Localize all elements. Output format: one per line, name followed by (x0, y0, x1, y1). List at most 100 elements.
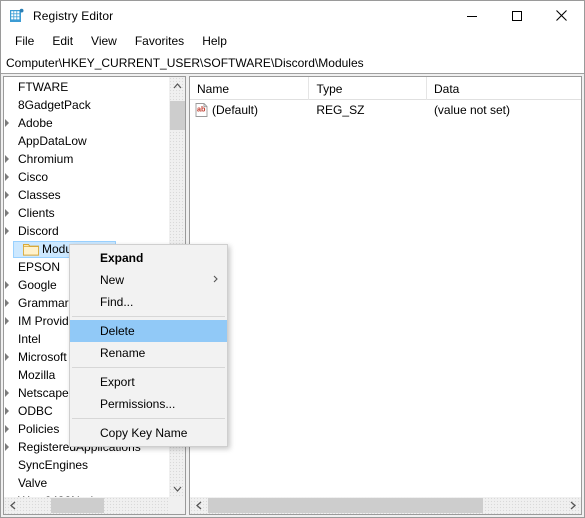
tree-item-content: Google (13, 278, 57, 292)
tree-item-content: Classes (13, 188, 61, 202)
tree-item-label: Policies (18, 422, 60, 436)
window-title: Registry Editor (33, 8, 114, 23)
tree-item-chromium[interactable]: Chromium (4, 150, 168, 168)
tree-item-label: AppDataLow (18, 134, 87, 148)
expand-arrow-icon[interactable] (5, 438, 13, 456)
tree-item-content: Microsoft (13, 350, 67, 364)
column-header-data[interactable]: Data (427, 77, 581, 100)
menu-favorites[interactable]: Favorites (126, 32, 193, 51)
context-menu-item-label: Find... (100, 295, 134, 309)
expand-arrow-icon[interactable] (5, 186, 13, 204)
menu-file[interactable]: File (6, 32, 43, 51)
menu-view[interactable]: View (82, 32, 126, 51)
values-column-headers: Name Type Data (190, 77, 581, 100)
context-menu-item-delete[interactable]: Delete (70, 320, 227, 342)
expand-arrow-icon[interactable] (5, 420, 13, 438)
expand-arrow-icon[interactable] (5, 204, 13, 222)
close-button[interactable] (539, 1, 584, 30)
chevron-right-icon (213, 275, 218, 285)
tree-item-clients[interactable]: Clients (4, 204, 168, 222)
expand-arrow-icon[interactable] (5, 222, 13, 240)
menu-edit[interactable]: Edit (43, 32, 82, 51)
tree-hscroll-thumb[interactable] (51, 498, 104, 513)
tree-item-ftware[interactable]: FTWARE (4, 78, 168, 96)
tree-item-content: Netscape (13, 386, 69, 400)
tree-item-discord[interactable]: Discord (4, 222, 168, 240)
tree-item-label: Adobe (18, 116, 53, 130)
expand-arrow-icon[interactable] (5, 150, 13, 168)
tree-item-content: Cisco (13, 170, 48, 184)
tree-item-content: Mozilla (13, 368, 55, 382)
scroll-up-arrow[interactable] (169, 77, 185, 94)
tree-item-adobe[interactable]: Adobe (4, 114, 168, 132)
tree-horizontal-scrollbar[interactable] (4, 497, 185, 514)
tree-item-label: Valve (18, 476, 48, 490)
tree-item-label: Mozilla (18, 368, 56, 382)
value-name: (Default) (212, 103, 259, 117)
tree-item-content: Adobe (13, 116, 53, 130)
tree-item-content: FTWARE (13, 80, 68, 94)
expand-arrow-icon[interactable] (5, 312, 13, 330)
context-menu-item-expand[interactable]: Expand (70, 247, 227, 269)
menu-help[interactable]: Help (193, 32, 236, 51)
context-menu-item-label: Expand (100, 251, 144, 265)
context-menu-item-export[interactable]: Export (70, 371, 227, 393)
tree-item-label: Discord (18, 224, 59, 238)
expand-arrow-icon[interactable] (5, 348, 13, 366)
expand-arrow-icon[interactable] (5, 168, 13, 186)
column-header-type[interactable]: Type (309, 77, 427, 100)
tree-item-content: Chromium (13, 152, 73, 166)
context-menu-item-new[interactable]: New (70, 269, 227, 291)
tree-item-classes[interactable]: Classes (4, 186, 168, 204)
tree-item-8gadgetpack[interactable]: 8GadgetPack (4, 96, 168, 114)
tree-item-label: Netscape (18, 386, 69, 400)
tree-item-cisco[interactable]: Cisco (4, 168, 168, 186)
tree-item-syncengines[interactable]: SyncEngines (4, 456, 168, 474)
value-data-cell: (value not set) (433, 103, 510, 117)
expand-arrow-icon[interactable] (5, 384, 13, 402)
context-menu-item-find[interactable]: Find... (70, 291, 227, 313)
tree-item-content: Policies (13, 422, 59, 436)
context-menu-item-permissions[interactable]: Permissions... (70, 393, 227, 415)
values-hscroll-thumb[interactable] (208, 498, 483, 513)
value-type-cell: REG_SZ (316, 103, 365, 117)
tree-item-content: EPSON (13, 260, 60, 274)
folder-icon (23, 242, 39, 256)
tree-item-label: Intel (18, 332, 41, 346)
address-bar[interactable]: Computer\HKEY_CURRENT_USER\SOFTWARE\Disc… (1, 52, 584, 74)
tree-item-content: Grammarly (13, 296, 77, 310)
values-scroll-right-arrow[interactable] (564, 497, 581, 514)
tree-item-label: 8GadgetPack (18, 98, 91, 112)
context-menu-item-rename[interactable]: Rename (70, 342, 227, 364)
expand-arrow-icon[interactable] (5, 114, 13, 132)
tree-vscroll-thumb[interactable] (170, 101, 185, 130)
registry-editor-icon (9, 8, 25, 24)
scroll-left-arrow[interactable] (4, 497, 21, 514)
tree-context-menu[interactable]: Expand New Find... Delete Rename Export Permis… (69, 244, 228, 447)
values-horizontal-scrollbar[interactable] (190, 497, 581, 514)
expand-arrow-icon[interactable] (5, 294, 13, 312)
string-value-icon: ab (195, 103, 208, 117)
column-header-name[interactable]: Name (190, 77, 310, 100)
tree-item-appdatalow[interactable]: AppDataLow (4, 132, 168, 150)
tree-item-label: Microsoft (18, 350, 67, 364)
minimize-button[interactable] (449, 1, 494, 30)
context-menu-separator (72, 316, 225, 317)
context-menu-item-label: New (100, 273, 125, 287)
scroll-down-arrow[interactable] (169, 480, 185, 497)
value-row[interactable]: ab (Default) REG_SZ (value not set) (190, 100, 581, 120)
values-scroll-left-arrow[interactable] (190, 497, 207, 514)
tree-item-label: FTWARE (18, 80, 69, 94)
context-menu-item-copy-key-name[interactable]: Copy Key Name (70, 422, 227, 444)
expand-arrow-icon[interactable] (5, 276, 13, 294)
context-menu-separator (72, 367, 225, 368)
tree-item-valve[interactable]: Valve (4, 474, 168, 492)
values-list[interactable]: ab (Default) REG_SZ (value not set) (190, 100, 581, 120)
tree-item-content: SyncEngines (13, 458, 88, 472)
maximize-button[interactable] (494, 1, 539, 30)
expand-arrow-icon[interactable] (5, 402, 13, 420)
